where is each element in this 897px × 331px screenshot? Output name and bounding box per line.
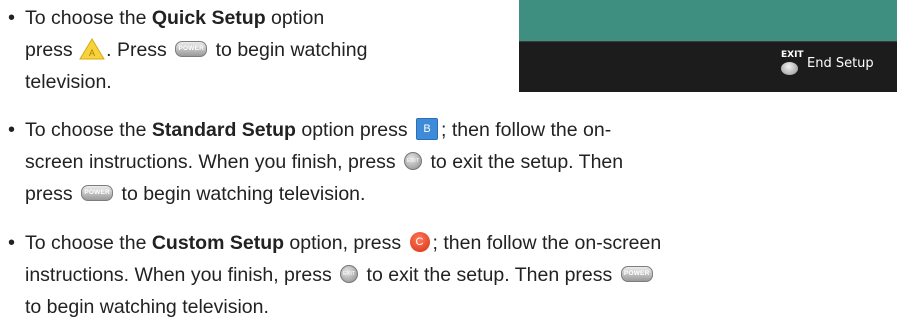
text-line: to begin watching television. [25,296,269,318]
exit-button-icon [781,62,798,75]
power-button-icon: POWER [620,265,653,282]
bullet-text: To choose the Quick Setup option press A… [25,2,367,98]
tv-footer-bar: EXIT End Setup [519,41,897,92]
bullet-dot: • [8,119,16,141]
text-line: instructions. When you finish, press EXI… [25,259,661,291]
bullet-text: To choose the Custom Setup option, press… [25,227,661,323]
b-button-icon: B [416,117,439,140]
text-line: To choose the Custom Setup option, press… [25,231,662,254]
text-line: television. [25,71,112,93]
tv-screen-preview: EXIT End Setup [519,0,897,92]
bullet-dot: • [8,7,16,29]
option-name: Quick Setup [151,7,266,29]
option-name: Custom Setup [151,232,285,254]
end-setup-label: End Setup [807,56,874,71]
exit-button-icon: EXIT [404,151,423,170]
text-line: To choose the Quick Setup option [25,7,325,29]
power-button-icon: POWER [81,184,114,201]
bullet-dot: • [8,232,16,254]
text-line: To choose the Standard Setup option pres… [25,117,612,141]
exit-button-icon: EXIT [340,264,359,283]
text-line: press POWER to begin watching television… [25,183,366,205]
text-line: screen instructions. When you finish, pr… [25,151,624,173]
bullet-text: To choose the Standard Setup option pres… [25,114,623,210]
svg-text:A: A [89,48,95,58]
power-button-icon: POWER [175,40,208,57]
option-name: Standard Setup [151,119,296,141]
exit-label: EXIT [781,50,804,60]
tv-screen-area [519,0,897,41]
c-button-icon: C [409,231,430,252]
text-line: press A. Press POWER to begin watching [25,37,368,61]
a-button-icon: A [79,37,105,60]
